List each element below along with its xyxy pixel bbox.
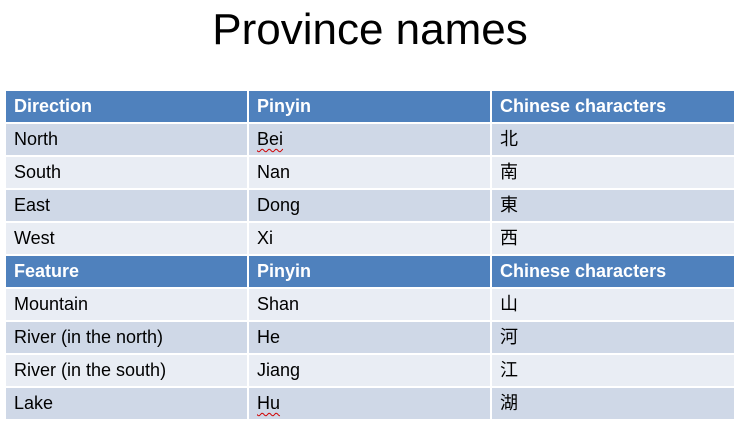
pinyin-cell: Bei bbox=[248, 123, 492, 157]
table-row: West Xi 西 bbox=[6, 222, 734, 256]
table-row: South Nan 南 bbox=[6, 156, 734, 190]
direction-cell: South bbox=[6, 156, 249, 190]
table-row: Lake Hu 湖 bbox=[6, 387, 734, 421]
chinese-character-cell: 東 bbox=[491, 189, 734, 223]
column-header-feature: Feature bbox=[6, 255, 249, 289]
direction-cell: West bbox=[6, 222, 249, 256]
province-names-table: Direction Pinyin Chinese characters Nort… bbox=[6, 91, 734, 421]
table-row: North Bei 北 bbox=[6, 123, 734, 157]
pinyin-text: Hu bbox=[257, 393, 281, 413]
chinese-character-cell: 西 bbox=[491, 222, 734, 256]
pinyin-cell: He bbox=[248, 321, 492, 355]
pinyin-cell: Hu bbox=[248, 387, 492, 421]
chinese-character-cell: 湖 bbox=[491, 387, 734, 421]
column-header-direction: Direction bbox=[6, 91, 249, 124]
feature-cell: River (in the south) bbox=[6, 354, 249, 388]
chinese-character-cell: 南 bbox=[491, 156, 734, 190]
feature-cell: River (in the north) bbox=[6, 321, 249, 355]
slide-title: Province names bbox=[212, 5, 528, 54]
table-row: River (in the south) Jiang 江 bbox=[6, 354, 734, 388]
pinyin-cell: Shan bbox=[248, 288, 492, 322]
pinyin-cell: Jiang bbox=[248, 354, 492, 388]
pinyin-cell: Dong bbox=[248, 189, 492, 223]
table-row: River (in the north) He 河 bbox=[6, 321, 734, 355]
direction-cell: East bbox=[6, 189, 249, 223]
chinese-character-cell: 山 bbox=[491, 288, 734, 322]
feature-cell: Lake bbox=[6, 387, 249, 421]
column-header-chinese-characters: Chinese characters bbox=[491, 255, 734, 289]
chinese-character-cell: 河 bbox=[491, 321, 734, 355]
column-header-pinyin: Pinyin bbox=[248, 91, 492, 124]
feature-header-row: Feature Pinyin Chinese characters bbox=[6, 255, 734, 289]
chinese-character-cell: 江 bbox=[491, 354, 734, 388]
column-header-chinese-characters: Chinese characters bbox=[491, 91, 734, 124]
pinyin-cell: Nan bbox=[248, 156, 492, 190]
table-row: Mountain Shan 山 bbox=[6, 288, 734, 322]
direction-header-row: Direction Pinyin Chinese characters bbox=[6, 91, 734, 124]
pinyin-text: Bei bbox=[257, 129, 284, 149]
pinyin-cell: Xi bbox=[248, 222, 492, 256]
direction-cell: North bbox=[6, 123, 249, 157]
chinese-character-cell: 北 bbox=[491, 123, 734, 157]
feature-cell: Mountain bbox=[6, 288, 249, 322]
column-header-pinyin: Pinyin bbox=[248, 255, 492, 289]
table-row: East Dong 東 bbox=[6, 189, 734, 223]
